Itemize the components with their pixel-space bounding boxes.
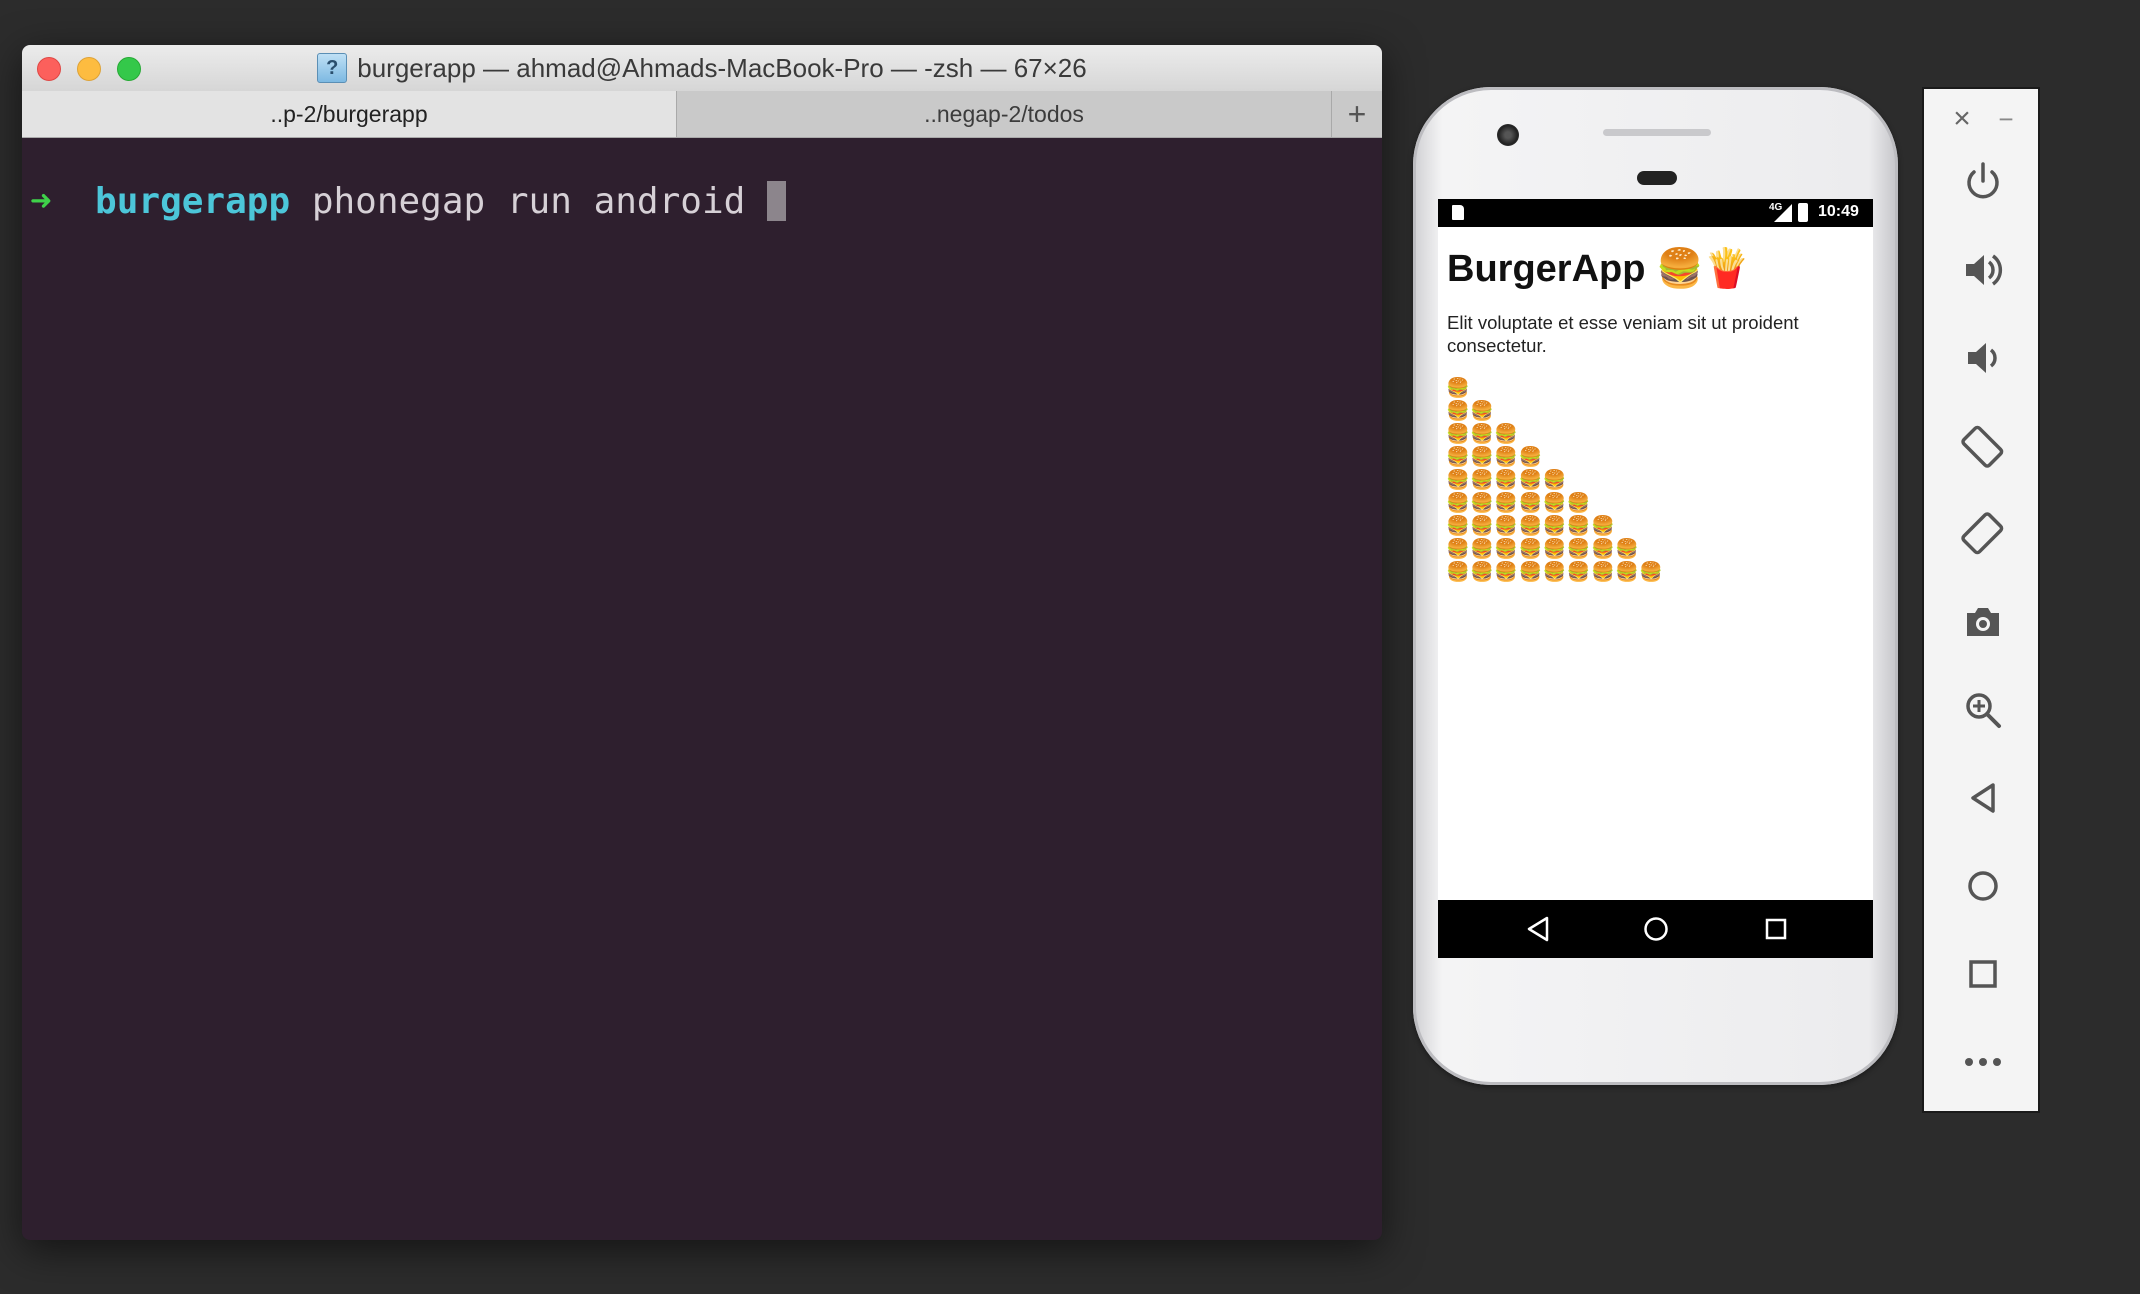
burger-row: 🍔🍔🍔🍔🍔🍔🍔🍔🍔 (1446, 562, 1664, 583)
window-title-text: burgerapp — ahmad@Ahmads-MacBook-Pro — -… (357, 52, 1087, 83)
back-icon (1971, 783, 1995, 813)
rotate-right-button[interactable] (1943, 504, 2023, 564)
status-clock: 10:49 (1818, 203, 1859, 220)
status-bar: 4G 10:49 (1438, 199, 1873, 227)
window-title: ? burgerapp — ahmad@Ahmads-MacBook-Pro —… (22, 45, 1382, 91)
network-type: 4G (1769, 202, 1783, 213)
terminal-titlebar[interactable]: ? burgerapp — ahmad@Ahmads-MacBook-Pro —… (22, 45, 1382, 92)
volume-down-icon (1968, 343, 1997, 373)
nav-home-button[interactable] (1626, 900, 1686, 958)
emulator-minimize-button[interactable]: − (1986, 99, 2026, 139)
burger-row: 🍔🍔🍔🍔 (1446, 447, 1543, 468)
rotate-left-icon (1961, 425, 2004, 468)
prompt-command: phonegap run android (311, 181, 746, 222)
overview-button[interactable] (1943, 944, 2023, 1004)
screenshot-button[interactable] (1943, 592, 2023, 652)
volume-up-icon (1966, 254, 2003, 286)
zoom-icon (1966, 693, 2001, 728)
terminal-tab-bar: ..p-2/burgerapp ..negap-2/todos + (22, 91, 1382, 138)
zoom-button[interactable] (1943, 680, 2023, 740)
prompt-arrow-icon: ➜ (30, 181, 52, 222)
emulator-toolbar: × − (1922, 87, 2040, 1113)
burger-pyramid: 🍔 🍔🍔 🍔🍔🍔 🍔🍔🍔🍔 🍔🍔🍔🍔🍔 🍔🍔🍔🍔🍔🍔 🍔🍔🍔🍔🍔🍔🍔 🍔🍔🍔🍔🍔… (1446, 377, 1663, 584)
tab-todos[interactable]: ..negap-2/todos (677, 91, 1332, 137)
rotate-right-icon (1961, 512, 2004, 555)
power-button[interactable] (1943, 152, 2023, 212)
volume-down-button[interactable] (1943, 328, 2023, 388)
tab-label: ..negap-2/todos (924, 100, 1084, 127)
tab-label: ..p-2/burgerapp (270, 100, 428, 127)
terminal-prompt-line[interactable]: ➜ burgerapp phonegap run android (30, 180, 786, 224)
more-button[interactable] (1943, 1032, 2023, 1092)
home-button[interactable] (1943, 856, 2023, 916)
plus-icon: + (1347, 95, 1367, 132)
proximity-sensor (1637, 171, 1677, 185)
rotate-left-button[interactable] (1943, 416, 2023, 476)
burger-row: 🍔🍔🍔🍔🍔 (1446, 470, 1567, 491)
android-emulator-phone: 4G 10:49 BurgerApp 🍔🍟 Elit voluptate et … (1413, 87, 1898, 1085)
front-camera (1497, 124, 1519, 146)
back-button[interactable] (1943, 768, 2023, 828)
more-icon (1965, 1058, 2001, 1066)
burger-row: 🍔🍔🍔 (1446, 424, 1519, 445)
burger-row: 🍔🍔🍔🍔🍔🍔🍔 (1446, 516, 1616, 537)
overview-icon (1969, 960, 1997, 988)
terminal-window: ? burgerapp — ahmad@Ahmads-MacBook-Pro —… (22, 45, 1382, 1240)
back-icon (1527, 916, 1549, 942)
recents-icon (1765, 918, 1787, 940)
app-description: Elit voluptate et esse veniam sit ut pro… (1447, 312, 1799, 356)
app-title: BurgerApp 🍔🍟 (1447, 248, 1751, 290)
sd-card-icon (1452, 205, 1464, 220)
home-icon (1968, 871, 1998, 901)
burger-row: 🍔🍔🍔🍔🍔🍔🍔🍔 (1446, 539, 1640, 560)
earpiece-speaker (1603, 129, 1711, 136)
burger-row: 🍔🍔 (1446, 401, 1495, 422)
power-icon (1967, 162, 1999, 199)
nav-recents-button[interactable] (1746, 900, 1806, 958)
home-icon (1644, 917, 1668, 941)
tab-burgerapp[interactable]: ..p-2/burgerapp (22, 91, 677, 137)
text-cursor (766, 181, 786, 221)
nav-back-button[interactable] (1508, 900, 1568, 958)
phone-screen[interactable]: 4G 10:49 BurgerApp 🍔🍟 Elit voluptate et … (1438, 199, 1873, 958)
add-tab-button[interactable]: + (1332, 91, 1382, 137)
volume-up-button[interactable] (1943, 240, 2023, 300)
burger-row: 🍔 (1446, 378, 1471, 399)
emulator-close-button[interactable]: × (1942, 99, 1982, 139)
prompt-directory: burgerapp (95, 181, 291, 222)
android-nav-bar (1438, 900, 1873, 958)
burger-row: 🍔🍔🍔🍔🍔🍔 (1446, 493, 1591, 514)
terminal-folder-icon: ? (317, 53, 348, 83)
battery-icon (1798, 203, 1808, 222)
camera-icon (1967, 608, 1999, 636)
